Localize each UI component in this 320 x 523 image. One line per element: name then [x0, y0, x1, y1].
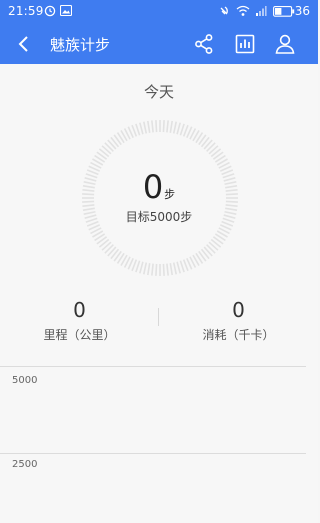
ring-tick [169, 120, 173, 133]
statistics-button[interactable] [231, 30, 259, 58]
share-button[interactable] [190, 30, 218, 58]
step-count-value: 0 [142, 168, 164, 206]
calorie-stat: 0 消耗（千卡） [159, 298, 318, 343]
ring-tick [155, 120, 158, 133]
step-count: 0步 [0, 168, 318, 206]
app-bar: 魅族计步 [0, 24, 318, 64]
ring-tick [172, 262, 177, 275]
ring-tick [139, 122, 144, 135]
chevron-left-icon [18, 36, 28, 52]
bar-chart-icon [235, 34, 255, 54]
ring-tick [179, 123, 185, 136]
step-summary: 今天 0步 目标5000步 0 里程（公里） 0 消耗（千卡） 5000 250… [0, 64, 318, 523]
page-title: 魅族计步 [50, 36, 111, 54]
ring-tick [143, 262, 148, 275]
top-bar: 21:59 36 魅族计步 [0, 0, 318, 64]
alarm-clock-icon [44, 5, 56, 17]
back-button[interactable] [10, 30, 38, 58]
ring-tick [166, 263, 169, 276]
battery-icon [273, 6, 295, 17]
step-goal: 目标5000步 [125, 210, 193, 224]
ring-tick [151, 120, 154, 133]
calorie-label: 消耗（千卡） [202, 328, 275, 342]
ring-tick [172, 121, 177, 134]
ring-tick [162, 120, 165, 133]
chart-gridline-mid [0, 453, 306, 454]
ring-tick [176, 122, 181, 135]
mute-icon [220, 6, 228, 15]
ring-tick [147, 120, 151, 133]
ring-tick [147, 263, 151, 276]
profile-button[interactable] [271, 30, 299, 58]
battery-level: 36 [294, 4, 310, 18]
distance-value: 0 [73, 298, 86, 322]
ring-tick [139, 261, 144, 274]
user-icon [275, 34, 295, 54]
signal-icon [256, 6, 267, 16]
chart-gridline-top [0, 366, 306, 367]
day-label: 今天 [143, 83, 174, 101]
step-count-unit: 步 [164, 188, 176, 201]
calorie-value: 0 [232, 298, 245, 322]
ring-tick [169, 263, 173, 276]
ring-tick [135, 260, 141, 273]
ring-tick [155, 263, 158, 276]
ring-tick [151, 263, 154, 276]
share-icon [195, 34, 213, 54]
ring-tick [143, 121, 148, 134]
chart-tick-label: 5000 [12, 375, 38, 386]
image-notification-icon [60, 5, 72, 16]
ring-tick [179, 260, 185, 273]
distance-stat: 0 里程（公里） [0, 298, 159, 343]
ring-tick [162, 263, 165, 276]
status-bar: 21:59 36 [0, 0, 318, 24]
ring-tick [166, 120, 169, 133]
status-time: 21:59 [8, 4, 44, 18]
ring-tick [176, 261, 181, 274]
wifi-icon [236, 5, 250, 16]
ring-tick [135, 123, 141, 136]
chart-tick-label: 2500 [12, 459, 38, 470]
distance-label: 里程（公里） [43, 328, 116, 342]
